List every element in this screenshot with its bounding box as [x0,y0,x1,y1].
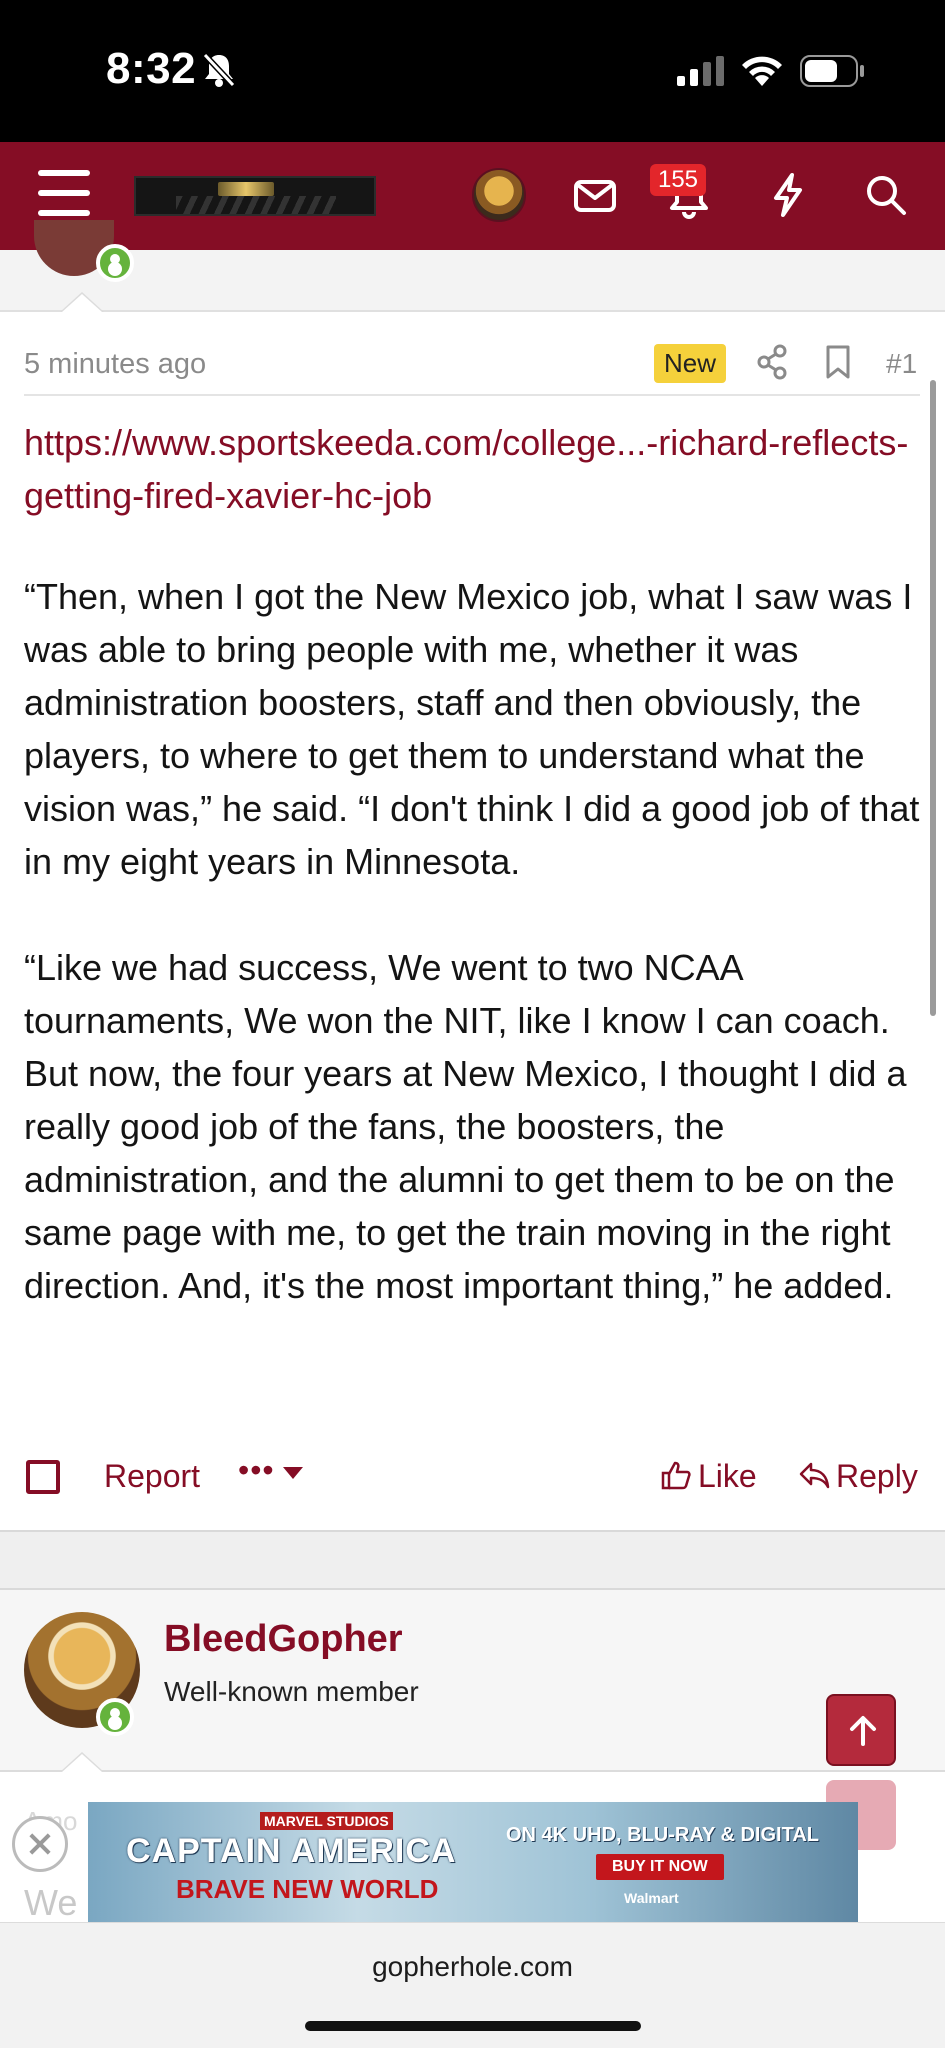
online-status-icon [96,244,134,282]
reply-button[interactable]: Reply [798,1458,918,1495]
site-logo[interactable] [134,176,376,216]
notification-count-badge: 155 [650,164,706,196]
new-badge: New [654,344,727,383]
battery-icon [800,55,864,87]
ad-close-icon[interactable] [12,1816,68,1872]
browser-address-bar: gopherhole.com [0,1922,945,2048]
ad-subtitle: BRAVE NEW WORLD [176,1874,439,1904]
status-bar: 8:32 [0,0,945,142]
user-title: Well-known member [164,1676,419,1707]
share-icon[interactable] [756,344,788,380]
like-button[interactable]: Like [660,1458,757,1495]
reply-arrow-icon [799,1462,830,1489]
advertisement-banner[interactable]: MARVEL STUDIOS CAPTAIN AMERICA BRAVE NEW… [88,1802,858,1922]
ad-buy-button[interactable]: BUY IT NOW [596,1854,724,1880]
online-status-icon [96,1698,134,1736]
like-label: Like [698,1458,757,1494]
post-separator [0,1530,945,1590]
next-post-author-header: BleedGopher Well-known member [0,1590,945,1772]
post-pointer [60,292,104,312]
more-dots-icon: ••• [238,1452,275,1488]
bookmark-icon[interactable] [824,344,852,380]
ad-studio-label: MARVEL STUDIOS [260,1812,393,1830]
post-meta: 5 minutes ago New #1 [24,334,920,396]
report-button[interactable]: Report [104,1458,200,1495]
select-post-checkbox[interactable] [26,1460,60,1494]
url-display[interactable]: gopherhole.com [0,1951,945,1983]
scroll-to-top-button[interactable] [826,1694,896,1766]
post-timestamp[interactable]: 5 minutes ago [24,348,206,381]
menu-icon[interactable] [38,170,92,220]
arrow-up-icon [850,1716,876,1746]
home-indicator[interactable] [305,2021,641,2031]
status-time: 8:32 [106,44,197,93]
username-link[interactable]: BleedGopher [164,1618,403,1661]
ad-retailer-logo: Walmart [624,1890,679,1906]
next-post-text-peek: We [24,1882,78,1923]
top-nav-bar: 155 [0,142,945,250]
mail-icon[interactable] [571,170,619,220]
post-number[interactable]: #1 [886,348,917,380]
forum-post: 5 minutes ago New #1 https://www.sportsk… [0,312,945,1530]
wifi-icon [742,56,782,86]
post-author-header [0,220,945,312]
post-paragraph: “Like we had success, We went to two NCA… [24,947,907,1306]
cellular-signal-icon [677,56,724,86]
more-options-button[interactable]: ••• [238,1452,303,1489]
reply-label: Reply [836,1458,918,1494]
ad-title: CAPTAIN AMERICA [126,1832,457,1870]
ad-format-text: ON 4K UHD, BLU-RAY & DIGITAL [506,1824,819,1846]
post-actions: Report ••• Like Reply [0,1442,945,1512]
thumbs-up-icon [661,1461,691,1490]
bell-slash-icon [202,52,236,88]
article-link[interactable]: https://www.sportskeeda.com/college...-r… [24,416,914,522]
page-scrollbar[interactable] [930,380,936,1016]
search-icon[interactable] [862,170,910,220]
caret-down-icon [282,1466,303,1479]
post-paragraph: “Then, when I got the New Mexico job, wh… [24,576,920,882]
post-body: “Then, when I got the New Mexico job, wh… [24,570,924,1365]
post-pointer [60,1752,104,1772]
account-avatar[interactable] [472,168,526,222]
whats-new-bolt-icon[interactable] [764,170,812,220]
